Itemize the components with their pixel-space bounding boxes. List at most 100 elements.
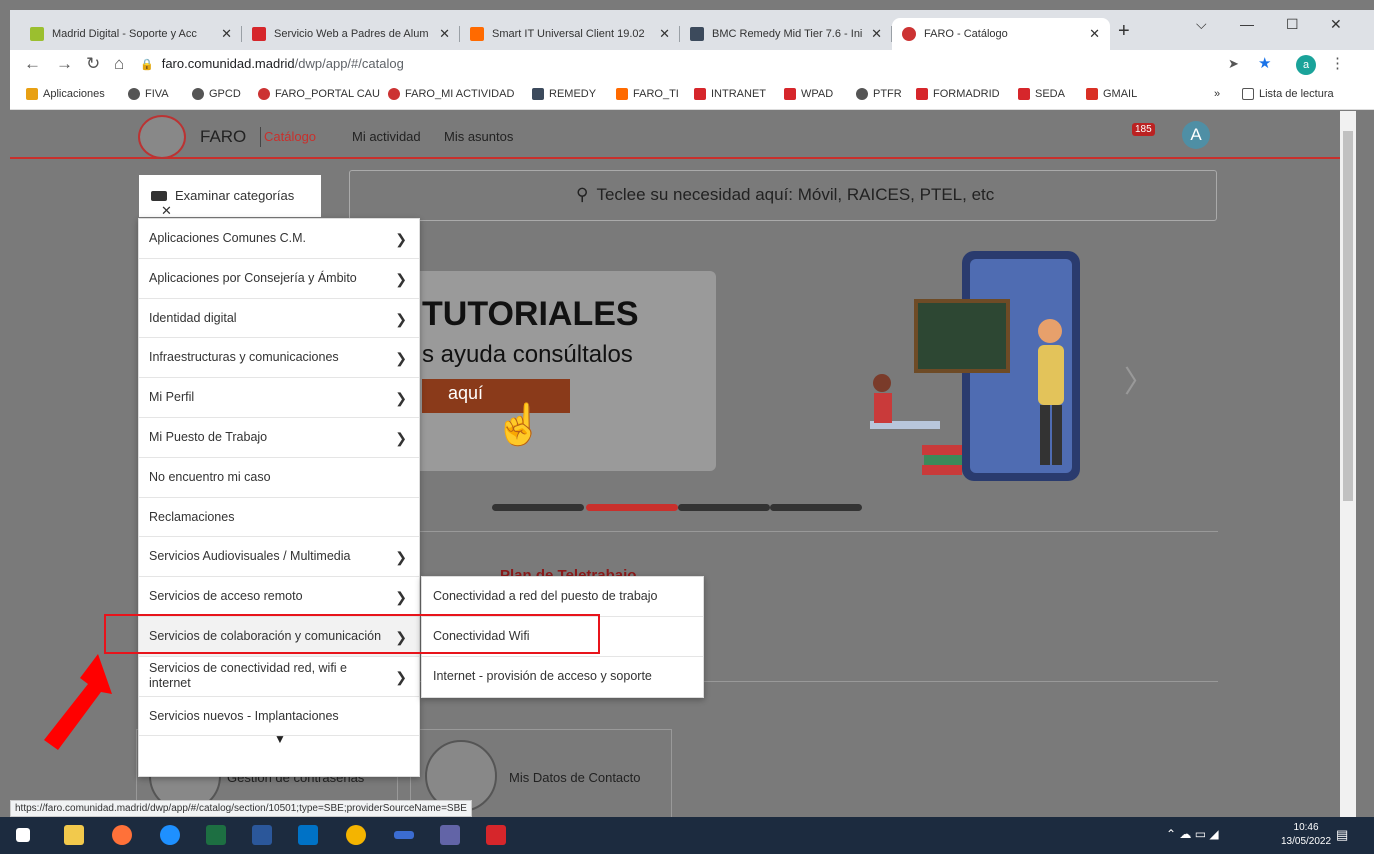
category-item[interactable]: Mi Perfil ❯	[139, 378, 419, 418]
search-placeholder: Teclee su necesidad aquí: Móvil, RAICES,…	[596, 185, 995, 204]
bookmark-wpad[interactable]: WPAD	[784, 88, 833, 100]
tab-faro-catalogo[interactable]: FARO - Catálogo ✕	[892, 18, 1110, 50]
search-icon: ⚲	[576, 185, 589, 204]
bookmark-remedy[interactable]: REMEDY	[532, 88, 596, 100]
firefox-icon[interactable]	[112, 825, 132, 845]
category-label: Reclamaciones	[149, 509, 235, 524]
bookmark-gpcd[interactable]: GPCD	[192, 88, 241, 100]
category-item[interactable]: Aplicaciones Comunes C.M. ❯	[139, 219, 419, 259]
excel-icon[interactable]	[206, 825, 226, 845]
tab-bmc-remedy[interactable]: BMC Remedy Mid Tier 7.6 - Ini ✕	[680, 18, 892, 50]
menu-kebab-icon[interactable]: ⋮	[1330, 54, 1345, 72]
close-window-button[interactable]: ✕	[1330, 16, 1342, 33]
category-item[interactable]: Infraestructuras y comunicaciones ❯	[139, 338, 419, 379]
tab-smart-it[interactable]: Smart IT Universal Client 19.02 ✕	[460, 18, 680, 50]
nav-mis-asuntos[interactable]: Mis asuntos	[444, 129, 513, 144]
bookmark-intranet[interactable]: INTRANET	[694, 88, 766, 100]
file-explorer-icon[interactable]	[64, 825, 84, 845]
category-item[interactable]: Aplicaciones por Consejería y Ámbito ❯	[139, 259, 419, 299]
forward-icon[interactable]: →	[56, 54, 73, 74]
category-label: Servicios Audiovisuales / Multimedia	[149, 549, 351, 564]
tray-icons[interactable]: ⌃ ☁ ▭ ◢	[1166, 827, 1219, 841]
category-item[interactable]: Reclamaciones	[139, 498, 419, 538]
close-icon[interactable]: ✕	[161, 203, 172, 218]
bookmark-faro-ti[interactable]: FARO_TI	[616, 88, 679, 100]
category-item[interactable]: No encuentro mi caso	[139, 458, 419, 498]
chevron-right-icon: ❯	[395, 310, 407, 327]
tab-servicio-web[interactable]: Servicio Web a Padres de Alum ✕	[242, 18, 460, 50]
category-item[interactable]: Servicios de acceso remoto ❯	[139, 577, 419, 617]
category-item[interactable]: Identidad digital ❯	[139, 299, 419, 339]
windows-start-icon[interactable]	[16, 828, 30, 842]
profile-avatar[interactable]: a	[1296, 55, 1316, 75]
madrid-app-icon[interactable]	[486, 825, 506, 845]
tab-madrid-digital[interactable]: Madrid Digital - Soporte y Acc ✕	[20, 18, 242, 50]
taskbar-clock[interactable]: 10:46 13/05/2022	[1281, 821, 1331, 849]
star-icon[interactable]: ★	[1258, 54, 1271, 72]
minimize-button[interactable]: —	[1240, 16, 1254, 32]
subcategory-item[interactable]: Conectividad a red del puesto de trabajo	[422, 577, 703, 617]
carousel-dot-1[interactable]	[492, 504, 584, 511]
bookmark-faro-portal-cau[interactable]: FARO_PORTAL CAU	[258, 88, 380, 100]
category-item[interactable]: Servicios Audiovisuales / Multimedia ❯	[139, 537, 419, 578]
bookmark-label: FARO_PORTAL CAU	[275, 88, 380, 100]
address-bar[interactable]: 🔒 faro.comunidad.madrid/dwp/app/#/catalog	[140, 56, 404, 71]
close-icon[interactable]: ✕	[1089, 26, 1100, 42]
scroll-down-arrow-icon[interactable]: ▼	[274, 736, 286, 746]
home-icon[interactable]: ⌂	[114, 54, 124, 74]
reading-list-button[interactable]: Lista de lectura	[1242, 88, 1334, 100]
carousel-dot-4[interactable]	[770, 504, 862, 511]
chevron-right-icon: ❯	[395, 390, 407, 407]
bookmark-faro-mi-actividad[interactable]: FARO_MI ACTIVIDAD	[388, 88, 514, 100]
maximize-button[interactable]: ☐	[1286, 16, 1299, 33]
internet-explorer-icon[interactable]	[160, 825, 180, 845]
notification-center-icon[interactable]: ▤	[1336, 827, 1348, 843]
bookmark-gmail[interactable]: GMAIL	[1086, 88, 1137, 100]
bookmark-ptfr[interactable]: PTFR	[856, 88, 902, 100]
intranet-favicon-icon	[916, 88, 928, 100]
carousel-next-icon[interactable]: 〉	[1124, 357, 1154, 401]
word-icon[interactable]	[252, 825, 272, 845]
send-icon[interactable]: ➤	[1228, 56, 1239, 72]
close-icon[interactable]: ✕	[871, 26, 882, 42]
bookmark-seda[interactable]: SEDA	[1018, 88, 1065, 100]
category-item[interactable]: Servicios nuevos - Implantaciones	[139, 697, 419, 737]
close-icon[interactable]: ✕	[659, 26, 670, 42]
reload-icon[interactable]: ↻	[86, 54, 100, 74]
scrollbar-thumb[interactable]	[1343, 131, 1353, 501]
back-icon[interactable]: ←	[24, 54, 41, 74]
faro-favicon-icon	[258, 88, 270, 100]
bookmark-fiva[interactable]: FIVA	[128, 88, 169, 100]
remote-app-icon[interactable]	[394, 831, 414, 839]
tab-title: FARO - Catálogo	[924, 28, 1008, 40]
remedy-favicon-icon	[532, 88, 544, 100]
notifications-badge[interactable]: 185	[1132, 123, 1155, 136]
faro-brand[interactable]: FARO	[200, 127, 262, 147]
subcategory-item[interactable]: Internet - provisión de acceso y soporte	[422, 657, 703, 697]
bookmark-formadrid[interactable]: FORMADRID	[916, 88, 1000, 100]
bookmark-aplicaciones[interactable]: Aplicaciones	[26, 88, 105, 100]
browse-categories-button[interactable]: Examinar categorías ✕	[139, 175, 321, 218]
faro-logo[interactable]	[138, 115, 186, 159]
nav-mi-actividad[interactable]: Mi actividad	[352, 129, 421, 144]
close-icon[interactable]: ✕	[439, 26, 450, 42]
page-scrollbar[interactable]	[1340, 111, 1356, 817]
new-tab-button[interactable]: +	[1118, 20, 1130, 43]
chrome-icon[interactable]	[346, 825, 366, 845]
user-avatar[interactable]: A	[1182, 121, 1210, 149]
outlook-icon[interactable]	[298, 825, 318, 845]
url-host: faro.comunidad.madrid	[161, 56, 295, 71]
carousel-dot-3[interactable]	[678, 504, 770, 511]
nav-catalogo[interactable]: Catálogo	[264, 129, 316, 144]
catalog-search-input[interactable]: ⚲ Teclee su necesidad aquí: Móvil, RAICES…	[349, 170, 1217, 221]
category-item[interactable]: Mi Puesto de Trabajo ❯	[139, 418, 419, 458]
banner-title: TUTORIALES	[422, 295, 639, 333]
clock-time: 10:46	[1293, 822, 1319, 833]
carousel-dot-2[interactable]	[586, 504, 678, 511]
category-item[interactable]: Servicios de conectividad red, wifi e in…	[139, 657, 419, 697]
tab-search-chevron-icon[interactable]: ⌵	[1196, 16, 1207, 33]
close-icon[interactable]: ✕	[221, 26, 232, 42]
more-bookmarks-icon[interactable]: »	[1214, 88, 1220, 100]
chevron-right-icon: ❯	[395, 231, 407, 247]
teams-icon[interactable]	[440, 825, 460, 845]
